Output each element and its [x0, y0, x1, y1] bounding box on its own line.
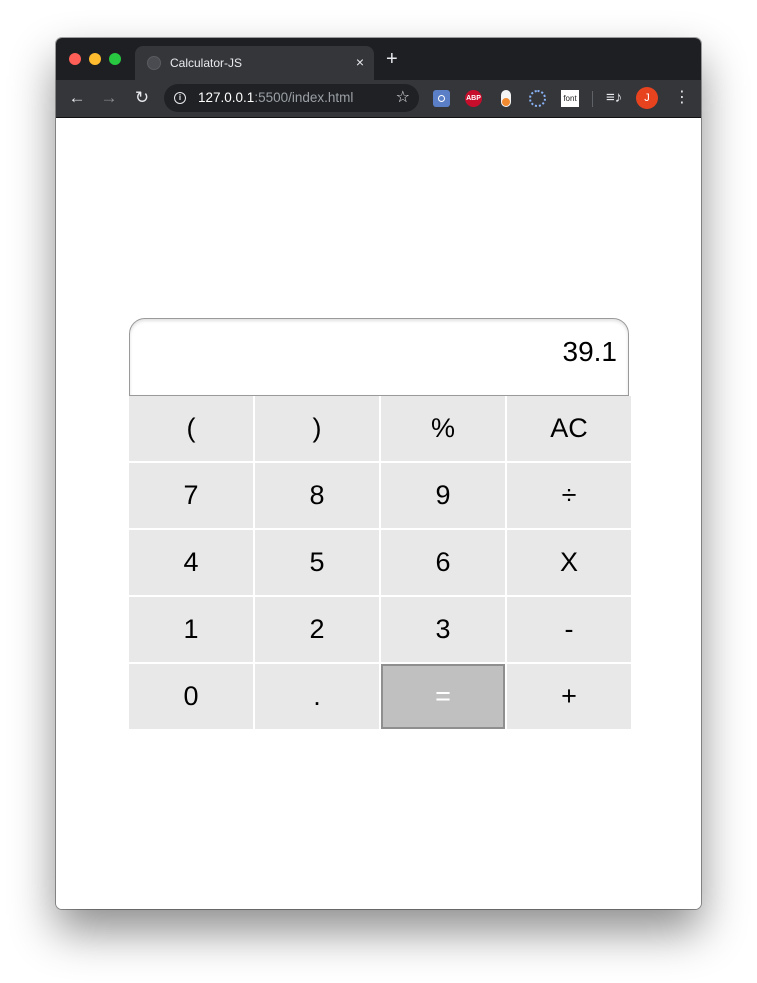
key-decimal[interactable]: . [255, 664, 379, 729]
media-queue-icon[interactable]: ≡♪ [606, 88, 622, 108]
toggle-extension-icon[interactable] [501, 90, 511, 107]
url-text[interactable]: 127.0.0.1:5500/index.html [198, 90, 353, 106]
key-0[interactable]: 0 [129, 664, 253, 729]
window-close-button[interactable] [69, 53, 81, 65]
key-multiply[interactable]: X [507, 530, 631, 595]
profile-avatar[interactable]: J [636, 87, 658, 109]
display-value: 39.1 [562, 336, 618, 367]
tab-favicon-icon [147, 56, 161, 70]
key-4[interactable]: 4 [129, 530, 253, 595]
key-6[interactable]: 6 [381, 530, 505, 595]
forward-arrow-icon[interactable]: → [100, 89, 118, 107]
window-minimize-button[interactable] [89, 53, 101, 65]
adblock-extension-icon[interactable]: ABP [465, 90, 482, 107]
key-8[interactable]: 8 [255, 463, 379, 528]
calculator-display: 39.1 [129, 318, 629, 396]
key-percent[interactable]: % [381, 396, 505, 461]
window-maximize-button[interactable] [109, 53, 121, 65]
toolbar-divider [592, 91, 593, 107]
font-extension-icon[interactable]: font [561, 90, 579, 107]
browser-window: Calculator-JS × + ← → ↻ i 127.0.0.1:5500… [56, 38, 701, 909]
key-add[interactable]: + [507, 664, 631, 729]
reload-icon[interactable]: ↻ [133, 89, 151, 107]
tab-strip: Calculator-JS × + [56, 38, 701, 80]
back-arrow-icon[interactable]: ← [68, 89, 86, 107]
browser-toolbar: ← → ↻ i 127.0.0.1:5500/index.html ☆ ABP … [56, 80, 701, 118]
key-equals[interactable]: = [381, 664, 505, 729]
star-icon[interactable]: ☆ [396, 89, 410, 107]
key-2[interactable]: 2 [255, 597, 379, 662]
key-1[interactable]: 1 [129, 597, 253, 662]
key-5[interactable]: 5 [255, 530, 379, 595]
tab-title: Calculator-JS [170, 56, 243, 70]
key-clear[interactable]: AC [507, 396, 631, 461]
info-icon[interactable]: i [174, 92, 186, 104]
more-vert-icon[interactable]: ⋮ [674, 88, 690, 108]
key-9[interactable]: 9 [381, 463, 505, 528]
url-host: 127.0.0.1 [198, 90, 255, 105]
url-path: :5500/index.html [254, 90, 354, 105]
key-subtract[interactable]: - [507, 597, 631, 662]
keypad: ()% AC 7 8 9 ÷ 4 5 6 X 1 2 3- 0. = + [129, 396, 631, 729]
circle-extension-icon[interactable] [529, 90, 546, 107]
key-close-paren[interactable]: ) [255, 396, 379, 461]
new-tab-button[interactable]: + [386, 49, 398, 69]
key-open-paren[interactable]: ( [129, 396, 253, 461]
tab-close-icon[interactable]: × [356, 54, 364, 70]
key-divide[interactable]: ÷ [507, 463, 631, 528]
key-3[interactable]: 3 [381, 597, 505, 662]
key-7[interactable]: 7 [129, 463, 253, 528]
camera-extension-icon[interactable] [433, 90, 450, 107]
page-viewport: 39.1 ()% AC 7 8 9 ÷ 4 5 6 X 1 2 3- 0. = + [56, 118, 701, 909]
calculator: 39.1 ()% AC 7 8 9 ÷ 4 5 6 X 1 2 3- 0. = + [129, 318, 631, 729]
tab-calculator[interactable]: Calculator-JS × [135, 46, 374, 80]
address-bar[interactable]: i 127.0.0.1:5500/index.html ☆ [164, 84, 419, 112]
